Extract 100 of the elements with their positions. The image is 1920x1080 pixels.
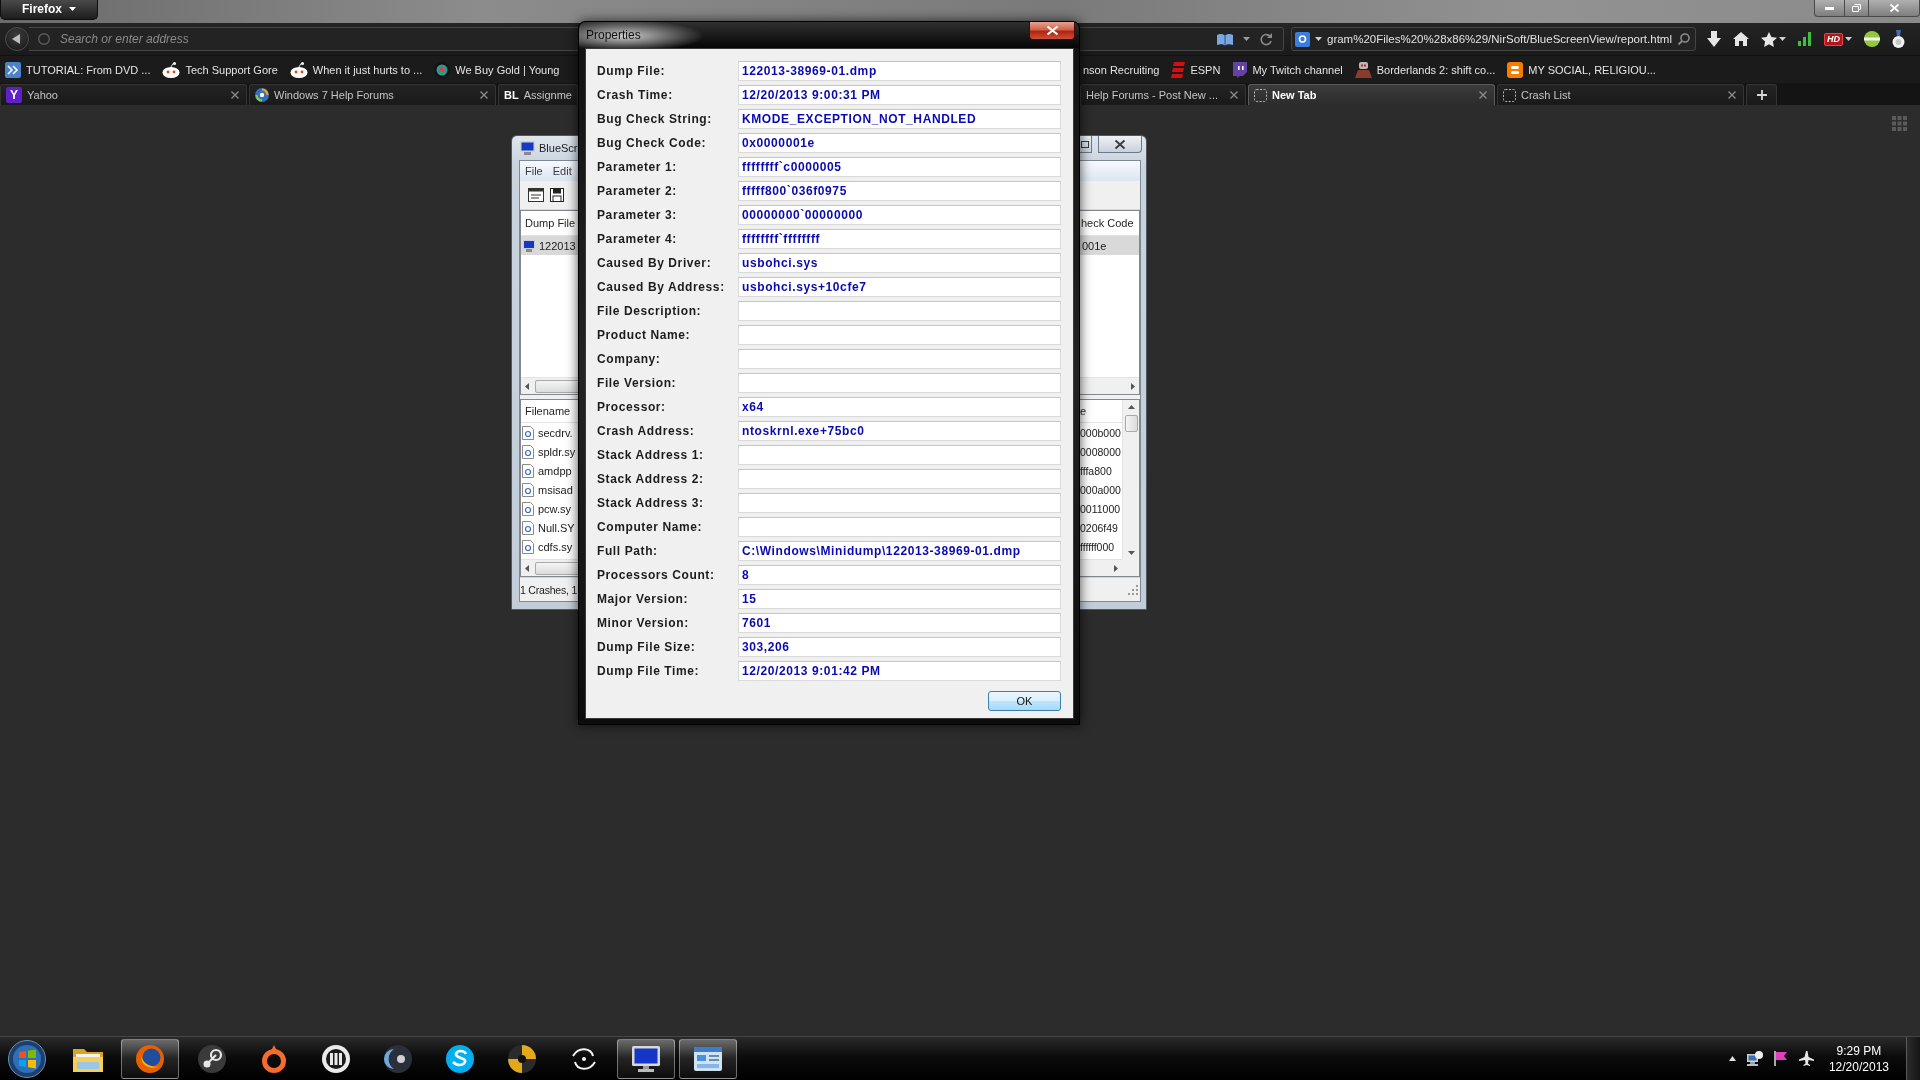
value-field[interactable]	[738, 517, 1061, 537]
clock-time[interactable]: 9:29 PM	[1836, 1043, 1882, 1058]
value-field[interactable]: usbohci.sys+10cfe7	[738, 277, 1061, 297]
value-field[interactable]	[738, 469, 1061, 489]
clock-date[interactable]: 12/20/2013	[1828, 1059, 1889, 1074]
network-icon[interactable]	[1746, 1051, 1763, 1066]
ok-button[interactable]: OK	[988, 691, 1061, 711]
caret-icon[interactable]	[1845, 37, 1852, 41]
table-cell: amdpp	[538, 464, 572, 477]
column-header[interactable]: e	[1080, 405, 1087, 417]
field-label: Stack Address 2:	[597, 472, 705, 486]
field-label: Processor:	[597, 400, 667, 414]
caret-icon[interactable]	[1315, 37, 1322, 41]
value-field[interactable]	[738, 445, 1061, 465]
close-icon[interactable]	[1230, 91, 1238, 99]
dialog-title: Properties	[586, 28, 641, 42]
value-field[interactable]: ntoskrnl.exe+75bc0	[738, 421, 1061, 441]
star-icon[interactable]	[1761, 31, 1777, 47]
value-field[interactable]: 00000000`00000000	[738, 205, 1061, 225]
show-desktop-button[interactable]	[1906, 1037, 1920, 1080]
bookmark-link[interactable]: nson Recruiting	[1083, 63, 1160, 76]
new-tab-button[interactable]	[1746, 84, 1777, 105]
value-field[interactable]	[738, 493, 1061, 513]
menu-item[interactable]: Edit	[547, 165, 577, 177]
value-field[interactable]: C:\Windows\Minidump\122013-38969-01.dmp	[738, 541, 1061, 561]
vertical-scrollbar[interactable]	[1122, 400, 1139, 559]
value-field[interactable]: fffff800`036f0975	[738, 181, 1061, 201]
taskbar-button[interactable]	[121, 1038, 179, 1079]
sphere-icon[interactable]	[1864, 31, 1880, 47]
bookmark-link[interactable]: ESPN	[1171, 61, 1221, 78]
value-field[interactable]: x64	[738, 397, 1061, 417]
field-label: Computer Name:	[597, 520, 704, 534]
taskbar-button[interactable]	[617, 1038, 675, 1079]
close-icon[interactable]	[231, 91, 239, 99]
value-field[interactable]	[738, 373, 1061, 393]
search-bar[interactable]: gram%20Files%20%28x86%29/NirSoft/BlueScreenView/report.html	[1291, 27, 1696, 51]
value-field[interactable]: 15	[738, 589, 1061, 609]
bookmark-link[interactable]: TUTORIAL: From DVD ...	[5, 61, 151, 78]
close-button[interactable]	[1869, 0, 1920, 17]
signal-bars-icon[interactable]	[1798, 32, 1812, 46]
value-field[interactable]: 7601	[738, 613, 1061, 633]
browser-tab[interactable]: Help Forums - Post New ...	[1080, 84, 1246, 105]
bookmark-link[interactable]: Tech Support Gore	[162, 61, 278, 78]
table-cell: 0008000	[1080, 445, 1121, 458]
window-icon[interactable]	[528, 188, 544, 202]
taskbar-button[interactable]	[679, 1038, 737, 1079]
hd-badge[interactable]: HD	[1824, 32, 1843, 46]
download-icon[interactable]	[1707, 31, 1721, 47]
home-icon[interactable]	[1733, 32, 1749, 46]
close-icon[interactable]	[480, 91, 488, 99]
bookmark-link[interactable]: Borderlands 2: shift co...	[1354, 61, 1496, 78]
reload-icon[interactable]	[1260, 33, 1272, 45]
browser-tab[interactable]: BL Assignme	[498, 84, 578, 105]
browser-tab[interactable]: Windows 7 Help Forums	[249, 84, 496, 105]
value-field[interactable]: usbohci.sys	[738, 253, 1061, 273]
book-icon[interactable]	[1217, 33, 1233, 45]
menu-item[interactable]: File	[520, 165, 548, 177]
value-field[interactable]: 12/20/2013 9:01:42 PM	[738, 661, 1061, 681]
value-field[interactable]: KMODE_EXCEPTION_NOT_HANDLED	[738, 109, 1061, 129]
value-field[interactable]: ffffffff`ffffffff	[738, 229, 1061, 249]
browser-tab[interactable]: Y Yahoo	[0, 84, 247, 105]
value-field[interactable]	[738, 349, 1061, 369]
search-icon[interactable]	[1678, 33, 1690, 45]
close-button[interactable]	[1029, 22, 1075, 40]
caret-icon[interactable]	[1779, 37, 1786, 41]
column-header[interactable]: heck Code	[1081, 217, 1134, 229]
save-icon[interactable]	[550, 188, 564, 202]
value-field[interactable]: 122013-38969-01.dmp	[738, 61, 1061, 81]
restore-button[interactable]	[1845, 0, 1869, 17]
scrollbar-thumb[interactable]	[1124, 415, 1138, 432]
bookmark-link[interactable]: We Buy Gold | Young	[434, 61, 560, 78]
firefox-menu-button[interactable]: Firefox	[0, 0, 98, 20]
bookmark-link[interactable]: When it just hurts to ...	[289, 61, 423, 78]
browser-tab[interactable]: New Tab	[1248, 84, 1495, 105]
close-icon[interactable]	[1728, 91, 1736, 99]
back-button[interactable]	[5, 27, 29, 51]
value-field[interactable]: 8	[738, 565, 1061, 585]
flag-icon[interactable]	[1773, 1051, 1788, 1066]
close-icon[interactable]	[1479, 91, 1487, 99]
column-header[interactable]: Dump File	[525, 217, 576, 229]
bookmark-link[interactable]: MY SOCIAL, RELIGIOU...	[1507, 61, 1656, 78]
up-arrow-icon[interactable]	[1728, 1056, 1736, 1061]
value-field[interactable]: ffffffff`c0000005	[738, 157, 1061, 177]
minimize-button[interactable]	[1814, 0, 1845, 17]
browser-tab[interactable]: Crash List	[1497, 84, 1744, 105]
engine-tile-icon[interactable]	[1295, 31, 1310, 47]
search-field[interactable]: gram%20Files%20%28x86%29/NirSoft/BlueScreenView/report.html	[1327, 29, 1673, 49]
medal-icon[interactable]	[1892, 30, 1905, 48]
close-button[interactable]	[1098, 136, 1142, 153]
value-field[interactable]: 0x0000001e	[738, 133, 1061, 153]
value-field[interactable]	[738, 325, 1061, 345]
start-orb-icon[interactable]	[8, 1039, 46, 1078]
caret-icon[interactable]	[1243, 37, 1250, 41]
value-field[interactable]: 303,206	[738, 637, 1061, 657]
value-field[interactable]	[738, 301, 1061, 321]
bookmark-link[interactable]: My Twitch channel	[1232, 61, 1343, 78]
column-header[interactable]: Filename	[525, 405, 571, 417]
close-icon[interactable]	[1115, 139, 1125, 149]
plane-icon[interactable]	[1798, 1051, 1814, 1066]
value-field[interactable]: 12/20/2013 9:00:31 PM	[738, 85, 1061, 105]
